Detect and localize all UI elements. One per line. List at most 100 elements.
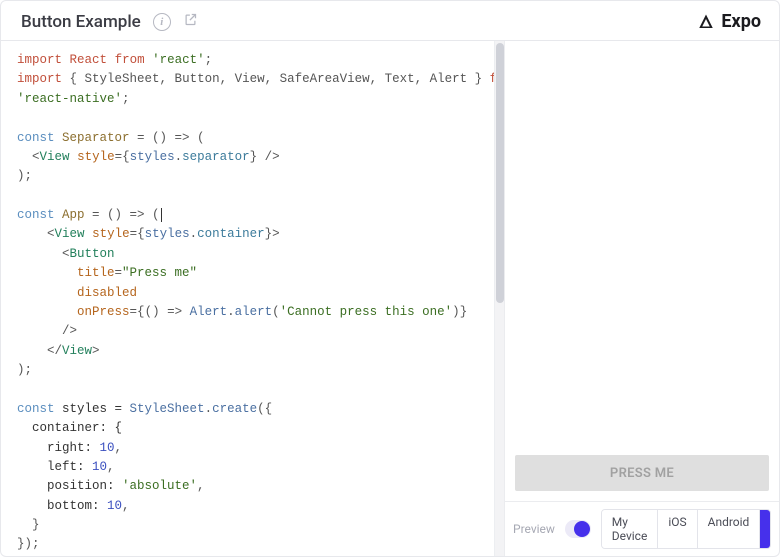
c4: , [122,499,130,513]
sty-bottom: bottom: [47,499,107,513]
kw-import2: import [17,72,62,86]
scroll-thumb[interactable] [496,43,504,303]
preview-footer: Preview My Device iOS Android Web [505,501,779,556]
tab-android[interactable]: Android [697,510,760,548]
b6: } [460,305,468,319]
sty-position: position: [47,479,122,493]
sc: /> [257,150,280,164]
eq4: = [130,305,138,319]
d: . [175,150,183,164]
sty-container: container: { [32,421,122,435]
tag-view2: View [55,227,85,241]
sep-name: Separator [62,131,130,145]
eq2: = [130,227,138,241]
tag-view: View [40,150,70,164]
sty-right: right: [47,441,100,455]
lt: < [32,150,40,164]
c2: , [107,460,115,474]
app-eq: = () => ( [85,208,160,222]
vco: </ [47,344,62,358]
container: container [197,227,265,241]
vcg: > [92,344,100,358]
app-name: App [62,208,85,222]
open-external-icon[interactable] [183,12,198,31]
title-val: "Press me" [122,266,197,280]
vct: View [62,344,92,358]
kw-const3: const [17,402,55,416]
attr-style2: style [92,227,130,241]
sty-create: create [212,402,257,416]
attr-onpress: onPress [77,305,130,319]
editor-pane: import React from 'react'; import { Styl… [1,41,504,556]
styles: styles [130,150,175,164]
sep-close: ); [17,169,32,183]
sep-prop: separator [182,150,250,164]
sty-left: left: [47,460,92,474]
lt2: < [47,227,55,241]
sty-name: styles = [62,402,130,416]
ids: StyleSheet, Button, View, SafeAreaView, … [85,72,468,86]
header: Button Example i Expo [1,1,779,41]
tab-ios[interactable]: iOS [657,510,696,548]
info-icon[interactable]: i [153,13,171,31]
d3: . [227,305,235,319]
tab-web[interactable]: Web [759,510,771,548]
arrow: () => [145,305,190,319]
b: { [122,150,130,164]
eq: = [115,150,123,164]
preview-label: Preview [513,522,555,536]
p2: ) [452,305,460,319]
brace2: } [467,72,482,86]
attr-disabled: disabled [77,286,137,300]
sty-c2: }); [17,537,40,551]
d4: . [205,402,213,416]
vertical-scrollbar[interactable] [494,41,504,556]
tab-mydevice[interactable]: My Device [602,510,658,548]
p1: ( [272,305,280,319]
b5: { [137,305,145,319]
sty-ss: StyleSheet [130,402,205,416]
text-cursor [161,208,162,222]
snack-container: Button Example i Expo import React from … [0,0,780,557]
attr-style: style [77,150,115,164]
header-left: Button Example i [21,12,198,32]
styles2: styles [145,227,190,241]
eq3: = [115,266,123,280]
expo-brand: Expo [721,11,761,32]
sty-bottom-v: 10 [107,499,122,513]
sep-eq: = () => ( [130,131,205,145]
app-close: ); [17,363,32,377]
code-editor[interactable]: import React from 'react'; import { Styl… [1,41,494,556]
d2: . [190,227,198,241]
c3: , [197,479,205,493]
kw-const: const [17,131,55,145]
p3: ({ [257,402,272,416]
expo-logo-icon [697,13,715,31]
toggle-knob [574,521,590,537]
sty-position-v: 'absolute' [122,479,197,493]
sty-left-v: 10 [92,460,107,474]
alert-fn: alert [235,305,273,319]
b3: { [137,227,145,241]
preview-toggle[interactable] [565,520,591,538]
c1: , [115,441,123,455]
tag-button: Button [70,247,115,261]
body: import React from 'react'; import { Styl… [1,41,779,556]
id-react: React [70,53,108,67]
semi2: ; [122,92,130,106]
semi: ; [205,53,213,67]
preview-pane: PRESS ME Preview My Device iOS Android W… [504,41,779,556]
alert: Alert [190,305,228,319]
brace: { [70,72,85,86]
header-right[interactable]: Expo [697,11,761,32]
sty-c1: } [32,518,40,532]
lt3: < [62,247,70,261]
gt: > [272,227,280,241]
press-me-button[interactable]: PRESS ME [515,455,769,491]
alert-str: 'Cannot press this one' [280,305,453,319]
btn-sc: /> [62,324,77,338]
kw-import: import [17,53,62,67]
kw-const2: const [17,208,55,222]
platform-tabs: My Device iOS Android Web [601,509,771,549]
mod-rn: 'react-native' [17,92,122,106]
